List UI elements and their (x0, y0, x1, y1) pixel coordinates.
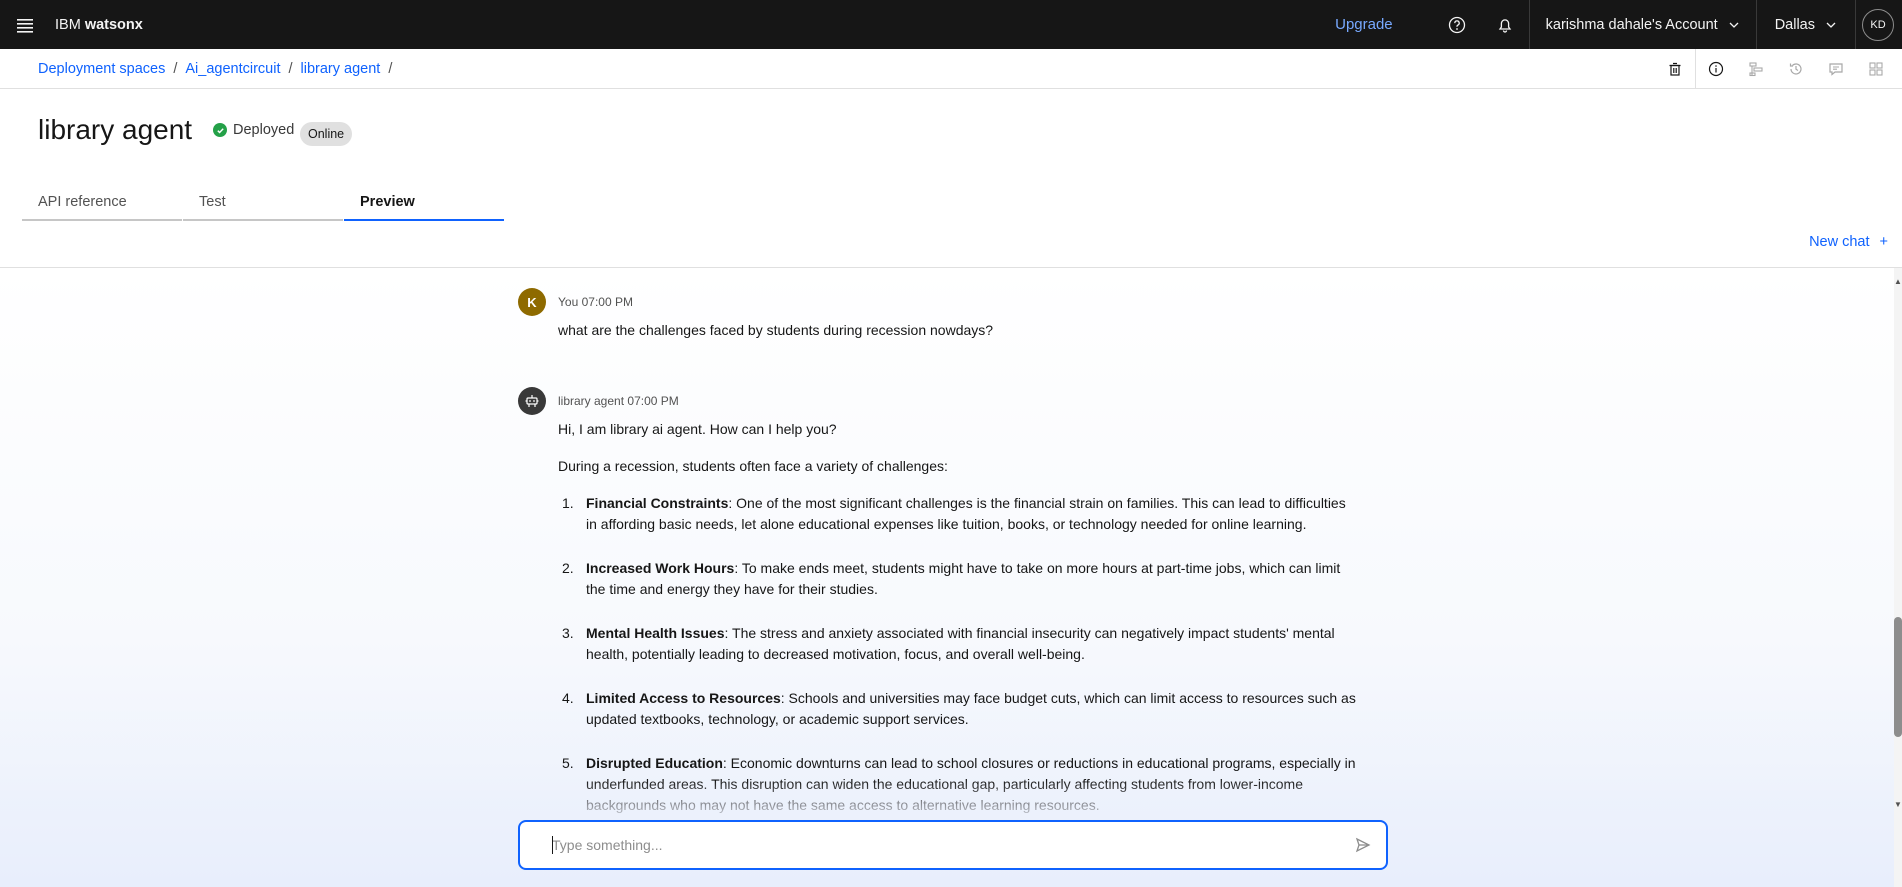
list-item-title: Disrupted Education (586, 755, 723, 771)
list-number: 1. (562, 495, 574, 511)
tab-preview[interactable]: Preview (344, 185, 504, 221)
page-toolbar (1655, 48, 1896, 89)
checkmark-filled-icon (213, 123, 227, 137)
message-meta: library agent 07:00 PM (558, 394, 679, 408)
upgrade-link[interactable]: Upgrade (1335, 16, 1393, 33)
chevron-down-icon (1826, 22, 1836, 28)
notification-bell-icon[interactable] (1481, 0, 1529, 49)
breadcrumb: Deployment spaces / Ai_agentcircuit / li… (38, 61, 400, 77)
chat-scrollbar[interactable] (1894, 268, 1902, 887)
list-number: 4. (562, 690, 574, 706)
status-label: Deployed (233, 122, 295, 138)
list-item: 4. Limited Access to Resources: Schools a… (562, 688, 1358, 730)
tab-test[interactable]: Test (183, 185, 343, 221)
brand-prefix: IBM (55, 16, 81, 33)
account-label: karishma dahale's Account (1545, 16, 1718, 33)
delete-icon[interactable] (1655, 49, 1695, 89)
breadcrumb-separator: / (173, 60, 178, 77)
breadcrumb-space[interactable]: Ai_agentcircuit (185, 61, 280, 77)
list-number: 3. (562, 625, 574, 641)
message-input[interactable] (552, 837, 1312, 853)
message-body: what are the challenges faced by student… (558, 320, 1358, 357)
scroll-up-arrow-icon[interactable]: ▲ (1894, 277, 1902, 286)
help-icon[interactable] (1433, 0, 1481, 49)
top-navigation-bar: IBM watsonx Upgrade karishma dahale's Ac… (0, 0, 1902, 49)
list-number: 5. (562, 755, 574, 771)
account-switcher[interactable]: karishma dahale's Account (1530, 0, 1756, 49)
tab-list: API reference Test Preview (22, 185, 505, 221)
comment-icon[interactable] (1816, 49, 1856, 89)
list-item-title: Limited Access to Resources (586, 690, 781, 706)
breadcrumb-bar: Deployment spaces / Ai_agentcircuit / li… (0, 48, 1902, 89)
topbar-divider (1855, 0, 1856, 49)
scroll-down-arrow-icon[interactable]: ▼ (1894, 800, 1902, 809)
tab-api-reference[interactable]: API reference (22, 185, 182, 221)
agent-greeting: Hi, I am library ai agent. How can I hel… (558, 421, 837, 437)
apps-grid-icon[interactable] (1856, 49, 1896, 89)
deployment-status: Deployed (213, 122, 294, 138)
message-composer[interactable] (518, 820, 1388, 870)
message-text: what are the challenges faced by student… (558, 322, 994, 338)
message-author: You (558, 295, 579, 309)
chevron-down-icon (1729, 22, 1739, 28)
list-item: 3. Mental Health Issues: The stress and a… (562, 623, 1358, 665)
user-message-avatar: K (518, 288, 546, 316)
message-time: 07:00 PM (581, 295, 633, 309)
add-icon: + (1879, 234, 1888, 250)
transcript-fade (0, 780, 1894, 820)
message-meta: You 07:00 PM (558, 295, 633, 309)
hierarchy-icon[interactable] (1736, 49, 1776, 89)
breadcrumb-separator: / (388, 60, 393, 77)
brand-name: watsonx (84, 16, 143, 33)
breadcrumb-deployment-spaces[interactable]: Deployment spaces (38, 61, 165, 77)
list-item: 2. Increased Work Hours: To make ends mee… (562, 558, 1358, 600)
page-title: library agent (38, 114, 193, 145)
message-author: library agent (558, 394, 625, 408)
list-item-title: Mental Health Issues (586, 625, 725, 641)
message-time: 07:00 PM (627, 394, 679, 408)
chat-scrollbar-thumb[interactable] (1894, 617, 1902, 737)
user-avatar[interactable]: KD (1862, 8, 1894, 41)
product-logo[interactable]: IBM watsonx (55, 17, 143, 33)
history-icon[interactable] (1776, 49, 1816, 89)
message-body: Hi, I am library ai agent. How can I hel… (558, 419, 1358, 839)
breadcrumb-separator: / (288, 60, 293, 77)
challenges-list: 1. Financial Constraints: One of the most… (562, 493, 1358, 816)
information-icon[interactable] (1696, 49, 1736, 89)
list-item-title: Financial Constraints (586, 495, 729, 511)
list-item-title: Increased Work Hours (586, 560, 735, 576)
hamburger-menu-icon[interactable] (0, 0, 49, 49)
list-item: 1. Financial Constraints: One of the most… (562, 493, 1358, 535)
region-switcher[interactable]: Dallas (1757, 0, 1855, 49)
send-icon[interactable] (1354, 836, 1372, 854)
list-number: 2. (562, 560, 574, 576)
text-cursor (552, 836, 553, 854)
breadcrumb-deployment[interactable]: library agent (301, 61, 381, 77)
new-chat-button[interactable]: New chat + (1809, 234, 1888, 250)
robot-icon (518, 387, 546, 415)
agent-intro: During a recession, students often face … (558, 458, 948, 474)
status-badge: Online (300, 122, 353, 146)
new-chat-label: New chat (1809, 234, 1870, 250)
region-label: Dallas (1774, 16, 1815, 33)
